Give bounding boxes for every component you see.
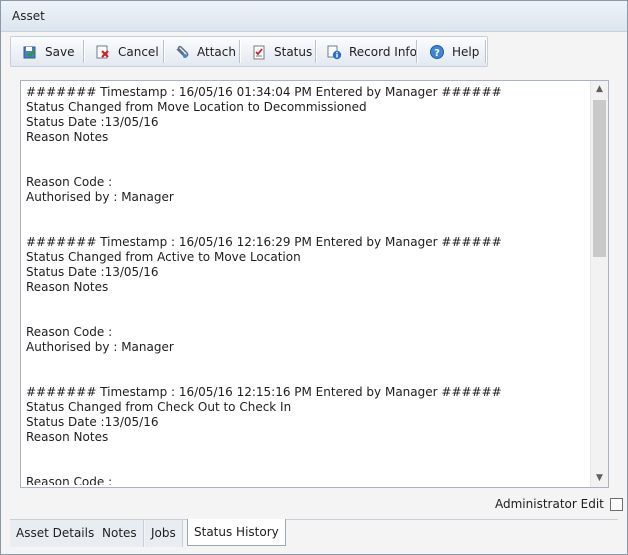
- administrator-edit-checkbox[interactable]: [609, 497, 623, 511]
- asset-window: Asset Save Cancel Attach Status Record I…: [0, 0, 628, 555]
- save-label: Save: [45, 44, 75, 59]
- title-bar: Asset: [1, 1, 627, 32]
- entry-reason-notes: Reason Notes: [26, 130, 109, 144]
- entry-status-change: Status Changed from Check Out to Check I…: [26, 400, 292, 414]
- toolbar: Save Cancel Attach Status Record Info ? …: [10, 36, 488, 67]
- entry-header: ####### Timestamp : 16/05/16 12:16:29 PM…: [26, 235, 502, 249]
- attach-button[interactable]: Attach: [174, 37, 236, 66]
- status-history-text[interactable]: ####### Timestamp : 16/05/16 01:34:04 PM…: [26, 85, 586, 485]
- cancel-label: Cancel: [118, 44, 159, 59]
- cancel-icon: [96, 45, 109, 58]
- scroll-up-icon[interactable]: ▲: [591, 81, 608, 98]
- status-label: Status: [274, 44, 313, 59]
- status-history-panel[interactable]: ####### Timestamp : 16/05/16 01:34:04 PM…: [20, 80, 609, 488]
- tab-notes[interactable]: Notes: [96, 520, 144, 547]
- save-icon: [23, 46, 36, 58]
- record-info-label: Record Info: [349, 44, 417, 59]
- entry-reason-code: Reason Code :: [26, 325, 113, 339]
- tab-jobs[interactable]: Jobs: [145, 520, 183, 547]
- scroll-thumb[interactable]: [593, 100, 606, 257]
- save-button[interactable]: Save: [22, 37, 74, 66]
- attach-icon: [176, 45, 189, 58]
- entry-authorised-by: Authorised by : Manager: [26, 190, 174, 204]
- tab-strip: Asset Details Notes Jobs Status History: [10, 519, 618, 547]
- history-entry: ####### Timestamp : 16/05/16 12:15:16 PM…: [26, 385, 586, 485]
- vertical-scrollbar[interactable]: ▲ ▼: [590, 81, 608, 487]
- entry-header: ####### Timestamp : 16/05/16 01:34:04 PM…: [26, 85, 502, 99]
- entry-reason-notes: Reason Notes: [26, 430, 109, 444]
- record-info-button[interactable]: Record Info: [326, 37, 417, 66]
- help-label: Help: [452, 44, 480, 59]
- tab-status-history[interactable]: Status History: [187, 519, 286, 546]
- administrator-edit-label: Administrator Edit: [495, 497, 604, 511]
- entry-status-change: Status Changed from Move Location to Dec…: [26, 100, 367, 114]
- status-button[interactable]: Status: [251, 37, 312, 66]
- entry-status-date: Status Date :13/05/16: [26, 115, 159, 129]
- window-title: Asset: [12, 9, 45, 23]
- svg-text:?: ?: [434, 48, 440, 59]
- help-icon: ?: [430, 44, 444, 59]
- help-button[interactable]: ? Help: [429, 37, 479, 66]
- record-info-icon: [327, 45, 342, 59]
- scroll-down-icon[interactable]: ▼: [591, 470, 608, 487]
- history-entry: ####### Timestamp : 16/05/16 12:16:29 PM…: [26, 235, 586, 385]
- entry-reason-notes: Reason Notes: [26, 280, 109, 294]
- entry-header: ####### Timestamp : 16/05/16 12:15:16 PM…: [26, 385, 502, 399]
- history-entry: ####### Timestamp : 16/05/16 01:34:04 PM…: [26, 85, 586, 235]
- attach-label: Attach: [197, 44, 236, 59]
- entry-status-date: Status Date :13/05/16: [26, 415, 159, 429]
- status-icon: [253, 45, 265, 59]
- entry-reason-code: Reason Code :: [26, 175, 113, 189]
- entry-reason-code: Reason Code :: [26, 475, 113, 485]
- cancel-button[interactable]: Cancel: [95, 37, 159, 66]
- entry-status-change: Status Changed from Active to Move Locat…: [26, 250, 301, 264]
- tab-asset-details[interactable]: Asset Details: [10, 520, 102, 547]
- entry-status-date: Status Date :13/05/16: [26, 265, 159, 279]
- entry-authorised-by: Authorised by : Manager: [26, 340, 174, 354]
- administrator-edit[interactable]: Administrator Edit: [495, 497, 623, 511]
